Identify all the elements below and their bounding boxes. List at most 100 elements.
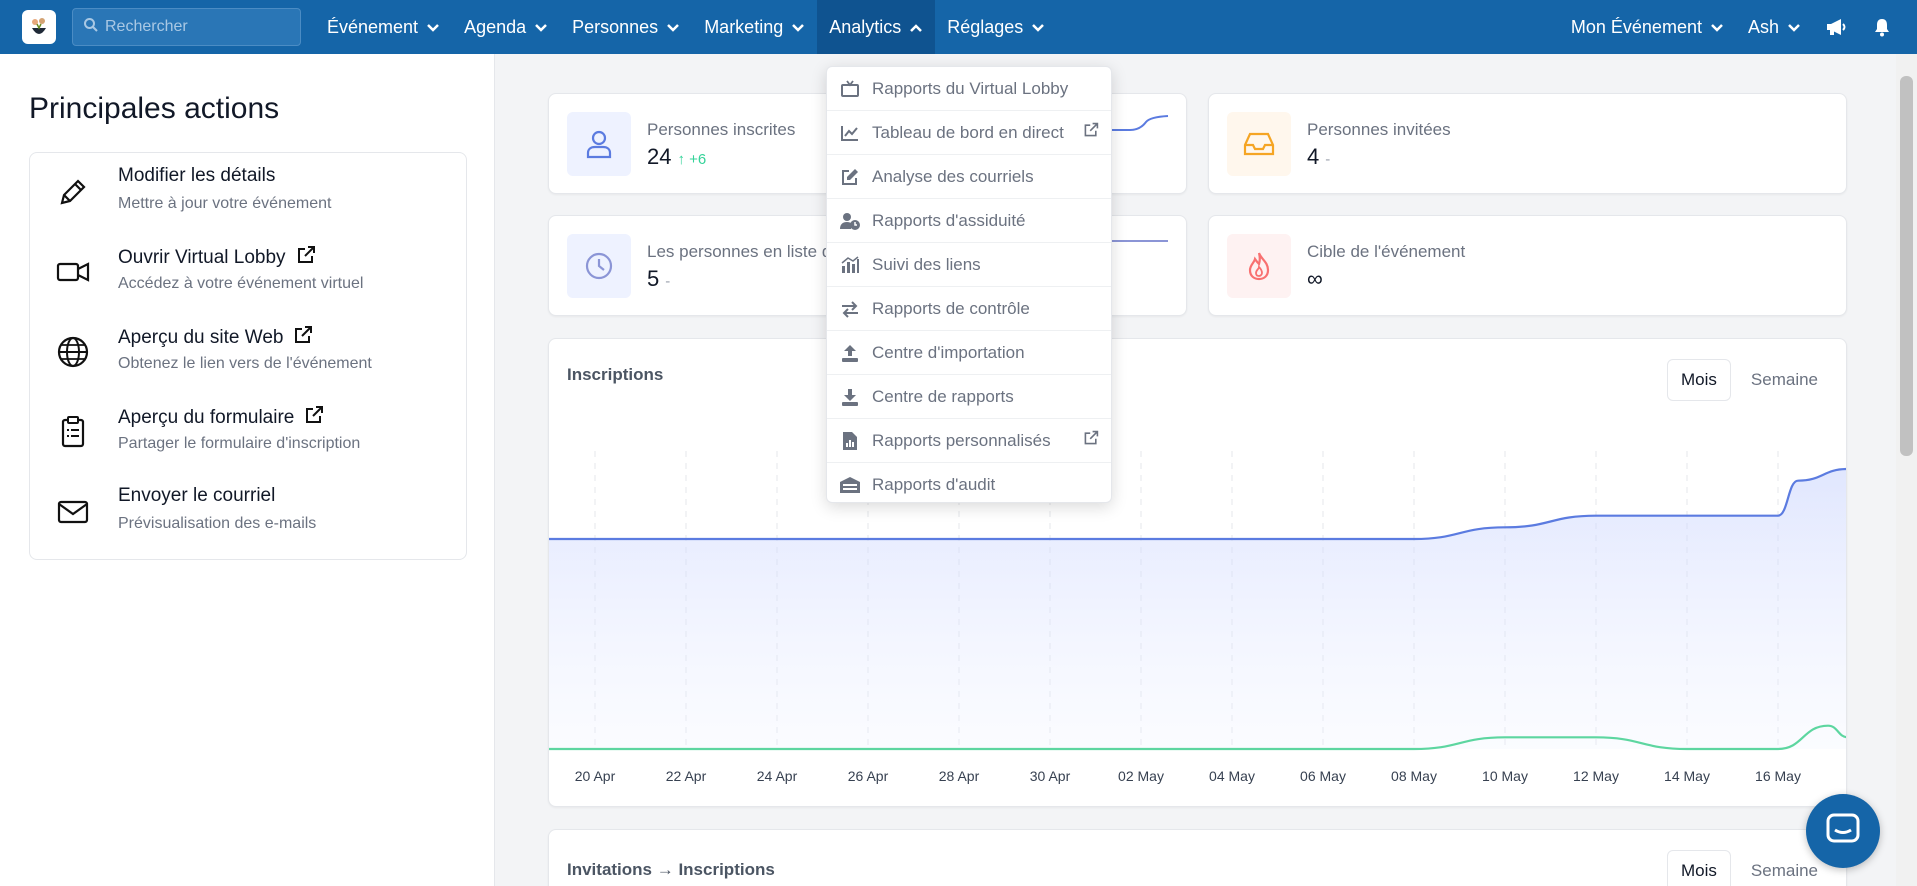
chevron-down-icon <box>1031 17 1045 38</box>
menu-reports-center[interactable]: Centre de rapports <box>827 375 1111 419</box>
chat-icon <box>1826 813 1860 850</box>
action-edit-details[interactable]: Modifier les détails Mettre à jour votre… <box>30 153 466 233</box>
chart-line-icon <box>839 122 861 144</box>
chevron-down-icon <box>666 17 680 38</box>
chevron-down-icon <box>791 17 805 38</box>
app-logo[interactable] <box>22 10 56 44</box>
chart-title: Invitations → Inscriptions <box>567 860 775 879</box>
external-link-icon <box>296 245 316 271</box>
menu-import-center[interactable]: Centre d'importation <box>827 331 1111 375</box>
action-preview-form[interactable]: Aperçu du formulaire Partager le formula… <box>30 393 466 473</box>
download-icon <box>839 386 861 408</box>
x-tick-label: 06 May <box>1300 768 1346 784</box>
external-link-icon <box>1083 122 1099 143</box>
tv-icon <box>839 78 861 100</box>
x-tick-label: 02 May <box>1118 768 1164 784</box>
menu-virtual-lobby-reports[interactable]: Rapports du Virtual Lobby <box>827 67 1111 111</box>
menu-audit-reports[interactable]: Rapports d'audit <box>827 463 1111 507</box>
nav-analytics[interactable]: Analytics <box>817 0 936 54</box>
upload-icon <box>839 342 861 364</box>
chat-launcher[interactable] <box>1806 794 1880 868</box>
registrations-chart: 20 Apr 22 Apr 24 Apr 26 Apr 28 Apr 30 Apr 02 M… <box>549 451 1846 784</box>
x-tick-label: 26 Apr <box>848 768 889 784</box>
period-toggle: Mois Semaine <box>1667 850 1832 886</box>
clock-icon <box>567 234 631 298</box>
fire-icon <box>1227 234 1291 298</box>
menu-live-dashboard[interactable]: Tableau de bord en direct <box>827 111 1111 155</box>
menu-link-tracking[interactable]: Suivi des liens <box>827 243 1111 287</box>
bell-icon[interactable] <box>1859 0 1905 54</box>
invited-count: 4 <box>1307 144 1320 169</box>
top-navbar: Événement Agenda Personnes Marketing Ana… <box>0 0 1917 54</box>
external-link-icon <box>1083 430 1099 451</box>
external-link-icon <box>304 405 324 431</box>
event-selector[interactable]: Mon Événement <box>1559 0 1736 54</box>
menu-email-analysis[interactable]: Analyse des courriels <box>827 155 1111 199</box>
stat-target: Cible de l'événement ∞ <box>1208 215 1847 316</box>
user-menu[interactable]: Ash <box>1736 0 1813 54</box>
action-open-virtual-lobby[interactable]: Ouvrir Virtual Lobby Accédez à votre évé… <box>30 233 466 313</box>
menu-custom-reports[interactable]: Rapports personnalisés <box>827 419 1111 463</box>
x-tick-label: 30 Apr <box>1030 768 1071 784</box>
toggle-month[interactable]: Mois <box>1667 850 1731 886</box>
nav-evenement[interactable]: Événement <box>315 0 452 54</box>
page-scrollbar[interactable] <box>1896 54 1917 886</box>
analytics-dropdown: Rapports du Virtual Lobby Tableau de bor… <box>826 66 1112 503</box>
page-title: Principales actions <box>29 92 280 125</box>
chevron-down-icon <box>1710 17 1724 38</box>
sparkline <box>1110 115 1169 131</box>
search-box[interactable] <box>72 8 301 46</box>
external-link-icon <box>293 325 313 351</box>
actions-list: Modifier les détails Mettre à jour votre… <box>29 152 467 560</box>
target-value: ∞ <box>1307 266 1323 291</box>
chevron-down-icon <box>534 17 548 38</box>
user-icon <box>567 112 631 176</box>
envelope-icon <box>56 495 90 529</box>
x-tick-label: 10 May <box>1482 768 1528 784</box>
registered-delta: ↑ +6 <box>677 151 707 168</box>
stat-invited: Personnes invitées 4- <box>1208 93 1847 194</box>
user-clock-icon <box>839 210 861 232</box>
invitations-chart-card: Invitations → Inscriptions Mois Semaine <box>548 829 1847 886</box>
nav-personnes[interactable]: Personnes <box>560 0 692 54</box>
action-preview-website[interactable]: Aperçu du site Web Obtenez le lien vers … <box>30 313 466 393</box>
series-area <box>549 469 1846 749</box>
registered-count: 24 <box>647 144 672 169</box>
scrollbar-thumb[interactable] <box>1900 76 1913 456</box>
x-tick-label: 28 Apr <box>939 768 980 784</box>
x-tick-label: 20 Apr <box>575 768 616 784</box>
search-icon <box>83 17 99 38</box>
chevron-down-icon <box>1787 17 1801 38</box>
chevron-up-icon <box>909 17 923 38</box>
clipboard-icon <box>56 415 90 449</box>
x-tick-label: 14 May <box>1664 768 1710 784</box>
pencil-icon <box>56 175 90 209</box>
inbox-icon <box>1227 112 1291 176</box>
x-tick-label: 16 May <box>1755 768 1801 784</box>
edit-icon <box>839 166 861 188</box>
x-tick-label: 04 May <box>1209 768 1255 784</box>
x-tick-label: 24 Apr <box>757 768 798 784</box>
nav-reglages[interactable]: Réglages <box>935 0 1057 54</box>
sparkline <box>1110 240 1168 242</box>
x-tick-label: 12 May <box>1573 768 1619 784</box>
action-send-email[interactable]: Envoyer le courriel Prévisualisation des… <box>30 473 466 553</box>
video-camera-icon <box>56 255 90 289</box>
menu-attendance-reports[interactable]: Rapports d'assiduité <box>827 199 1111 243</box>
exchange-icon <box>839 298 861 320</box>
megaphone-icon[interactable] <box>1813 0 1859 54</box>
menu-control-reports[interactable]: Rapports de contrôle <box>827 287 1111 331</box>
search-input[interactable] <box>105 18 285 36</box>
x-tick-label: 08 May <box>1391 768 1437 784</box>
globe-icon <box>56 335 90 369</box>
nav-marketing[interactable]: Marketing <box>692 0 817 54</box>
registrations-chart-card: Inscriptions Mois Semaine 20 Apr 22 Apr 24… <box>548 338 1847 807</box>
file-chart-icon <box>839 430 861 452</box>
bar-chart-icon <box>839 254 861 276</box>
waitlist-count: 5 <box>647 266 660 291</box>
chevron-down-icon <box>426 17 440 38</box>
nav-agenda[interactable]: Agenda <box>452 0 560 54</box>
x-tick-label: 22 Apr <box>666 768 707 784</box>
left-panel: Principales actions Modifier les détails… <box>0 54 495 886</box>
archive-icon <box>839 474 861 496</box>
